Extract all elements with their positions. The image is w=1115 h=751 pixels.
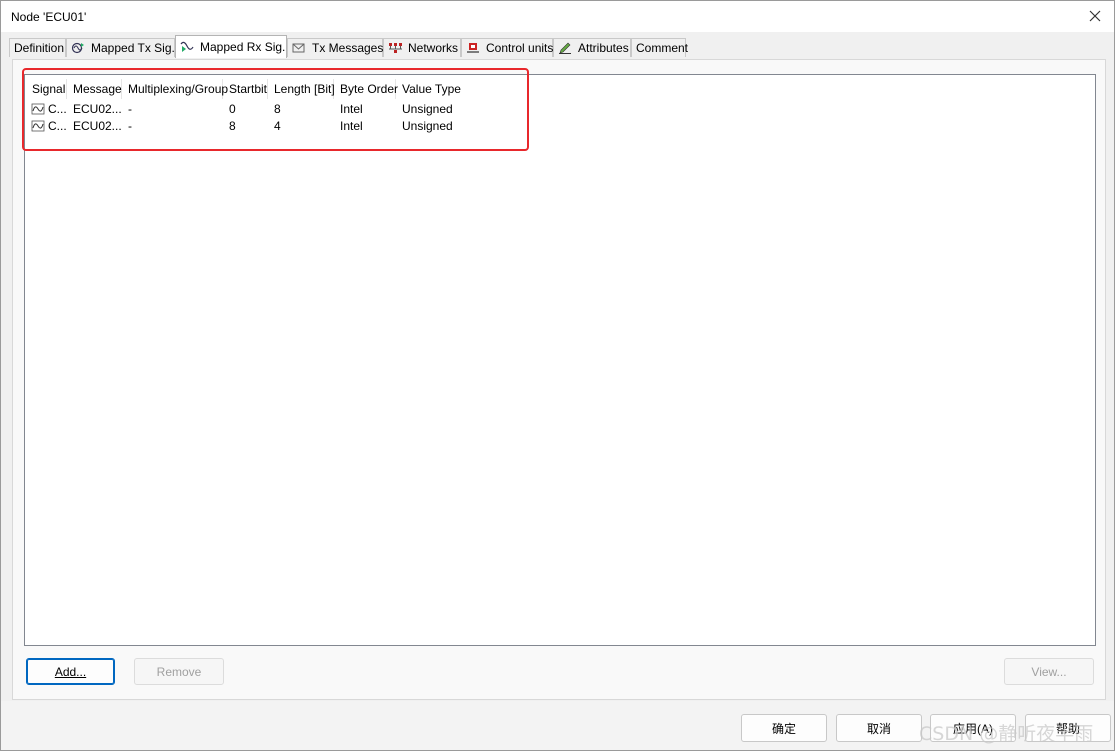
- ok-button-label: 确定: [771, 721, 796, 736]
- cell-value-type: Unsigned: [402, 119, 453, 133]
- tab-control-units[interactable]: Control units: [461, 38, 553, 57]
- control-unit-icon: [466, 42, 480, 54]
- cell-byte-order: Intel: [340, 119, 363, 133]
- tab-mapped-tx-sig[interactable]: Mapped Tx Sig.: [66, 38, 175, 57]
- node-dialog: Node 'ECU01' Definition Mapped Tx Sig. M…: [0, 0, 1115, 751]
- header-label: Byte Order: [340, 82, 399, 96]
- pencil-icon: [558, 42, 572, 54]
- tab-label: Mapped Rx Sig.: [200, 40, 286, 54]
- rx-signal-icon: [180, 41, 194, 53]
- column-header-startbit[interactable]: Startbit: [223, 79, 268, 99]
- tab-networks[interactable]: Networks: [383, 38, 461, 57]
- tab-label: Control units: [486, 41, 554, 55]
- tx-signal-icon: [71, 42, 85, 54]
- header-label: Value Type: [402, 82, 461, 96]
- view-button[interactable]: View...: [1004, 658, 1094, 685]
- tab-label: Tx Messages: [312, 41, 384, 55]
- cell-length: 4: [274, 119, 281, 133]
- ok-button[interactable]: 确定: [741, 714, 827, 742]
- title-bar: Node 'ECU01': [1, 1, 1114, 32]
- tab-label: Definition: [14, 41, 65, 55]
- column-header-byte-order[interactable]: Byte Order: [334, 79, 399, 99]
- envelope-icon: [292, 42, 306, 54]
- cancel-button[interactable]: 取消: [836, 714, 922, 742]
- cell-length: 8: [274, 102, 281, 116]
- tab-label: Mapped Tx Sig.: [91, 41, 175, 55]
- column-header-multiplexing[interactable]: Multiplexing/Group: [122, 79, 228, 99]
- cell-byte-order: Intel: [340, 102, 363, 116]
- tab-label: Attributes: [578, 41, 629, 55]
- remove-button-label: Remove: [156, 664, 202, 679]
- network-icon: [388, 42, 402, 54]
- header-label: Multiplexing/Group: [128, 82, 229, 96]
- signal-icon: [31, 103, 45, 115]
- tab-mapped-rx-sig[interactable]: Mapped Rx Sig.: [175, 35, 287, 58]
- cell-startbit: 0: [229, 102, 236, 116]
- cell-signal: C...: [31, 101, 67, 117]
- cell-value-type: Unsigned: [402, 102, 453, 116]
- tab-tx-messages[interactable]: Tx Messages: [287, 38, 383, 57]
- remove-button[interactable]: Remove: [134, 658, 224, 685]
- cell-text: C...: [48, 119, 67, 133]
- add-button-label: Add...: [54, 664, 87, 679]
- mapped-rx-signals-list[interactable]: Signal Message Multiplexing/Group Startb…: [24, 74, 1096, 646]
- header-label: Startbit: [229, 82, 268, 96]
- window-title: Node 'ECU01': [11, 10, 87, 24]
- watermark: CSDN @静听夜半雨: [919, 723, 1094, 745]
- column-header-value-type[interactable]: Value Type: [396, 79, 466, 99]
- column-header-message[interactable]: Message: [67, 79, 122, 99]
- signal-icon: [31, 120, 45, 132]
- cell-signal: C...: [31, 118, 67, 134]
- column-header-signal[interactable]: Signal: [26, 79, 67, 99]
- tab-definition[interactable]: Definition: [9, 38, 66, 57]
- tab-comment[interactable]: Comment: [631, 38, 689, 57]
- cell-text: C...: [48, 102, 67, 116]
- header-label: Message: [73, 82, 122, 96]
- header-label: Signal: [32, 82, 66, 96]
- add-button[interactable]: Add...: [26, 658, 115, 685]
- tab-label: Networks: [408, 41, 459, 55]
- view-button-label: View...: [1031, 664, 1067, 679]
- tab-label: Comment: [636, 41, 689, 55]
- cell-multiplexing: -: [128, 119, 132, 133]
- cell-message: ECU02...: [73, 102, 121, 116]
- cancel-button-label: 取消: [866, 721, 891, 736]
- cell-startbit: 8: [229, 119, 236, 133]
- column-header-length[interactable]: Length [Bit]: [268, 79, 335, 99]
- cell-multiplexing: -: [128, 102, 132, 116]
- cell-message: ECU02...: [73, 119, 121, 133]
- close-icon[interactable]: [1084, 5, 1106, 27]
- header-label: Length [Bit]: [274, 82, 335, 96]
- tab-attributes[interactable]: Attributes: [553, 38, 631, 57]
